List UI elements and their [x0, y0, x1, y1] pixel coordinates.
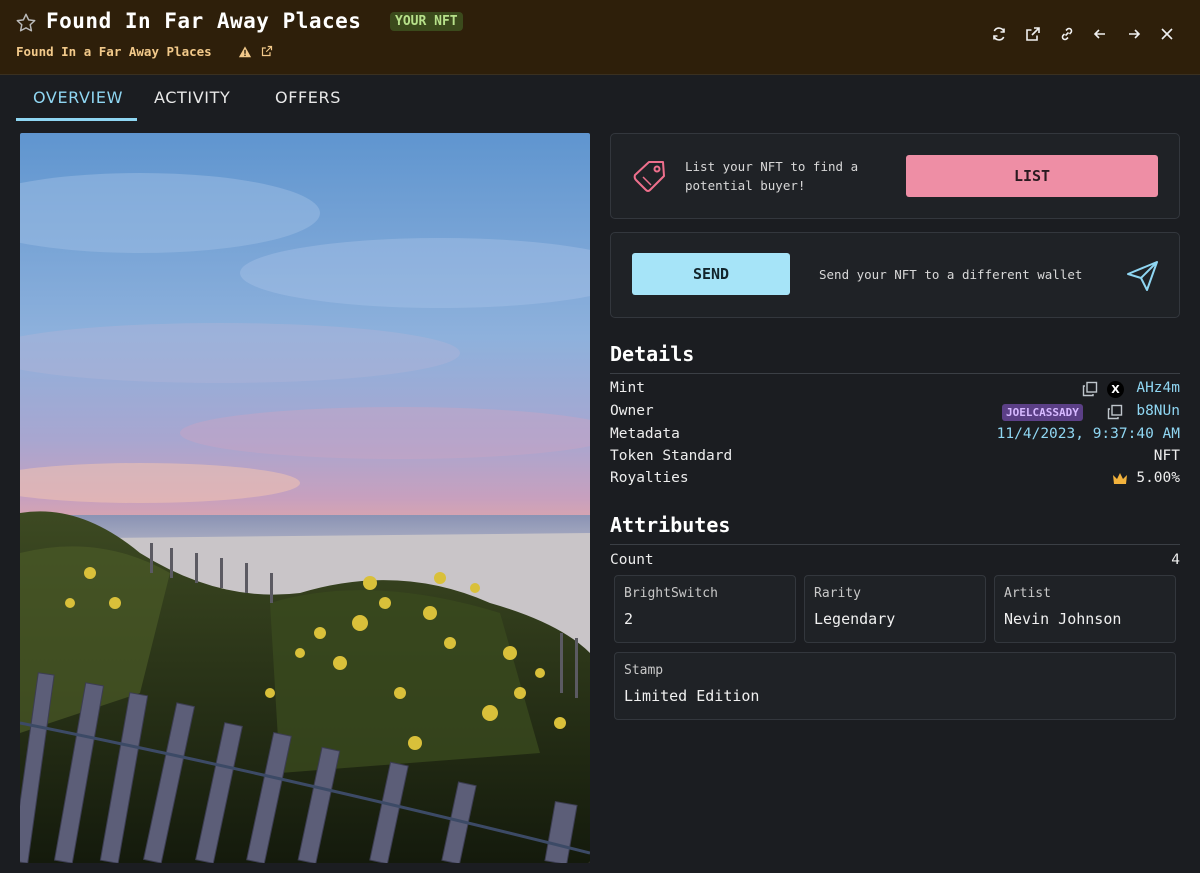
attribute-card: BrightSwitch 2: [614, 575, 796, 643]
mint-value[interactable]: AHz4m: [1136, 380, 1180, 396]
header-bar: Found In Far Away Places YOUR NFT Found …: [0, 0, 1200, 75]
paper-plane-icon: [1127, 261, 1158, 291]
attribute-value: 2: [624, 610, 634, 628]
send-card: SEND Send your NFT to a different wallet: [610, 232, 1180, 318]
nft-image[interactable]: [20, 133, 590, 863]
active-tab-indicator: [16, 118, 137, 121]
owner-value[interactable]: b8NUn: [1136, 403, 1180, 419]
tab-bar: OVERVIEW ACTIVITY OFFERS: [0, 76, 1200, 124]
collection-link[interactable]: Found In a Far Away Places: [16, 44, 212, 59]
attribute-value: Nevin Johnson: [1004, 610, 1122, 628]
metadata-value[interactable]: 11/4/2023, 9:37:40 AM: [997, 426, 1180, 442]
list-card: List your NFT to find a potential buyer!…: [610, 133, 1180, 219]
royalties-value: 5.00%: [1136, 470, 1180, 486]
external-link-icon[interactable]: [261, 45, 273, 57]
crown-icon: [1113, 473, 1127, 484]
attribute-count-label: Count: [610, 552, 654, 568]
attribute-value: Limited Edition: [624, 687, 760, 705]
close-icon[interactable]: [1159, 26, 1175, 42]
metadata-label: Metadata: [610, 426, 680, 442]
arrow-right-icon[interactable]: [1126, 26, 1142, 42]
attribute-card: Rarity Legendary: [804, 575, 986, 643]
your-nft-badge: YOUR NFT: [390, 12, 463, 31]
list-description: List your NFT to find a potential buyer!: [685, 159, 859, 193]
attribute-card: Artist Nevin Johnson: [994, 575, 1176, 643]
attribute-key: BrightSwitch: [624, 586, 718, 601]
royalties-label: Royalties: [610, 470, 689, 486]
tab-offers[interactable]: OFFERS: [275, 88, 341, 107]
link-icon[interactable]: [1059, 26, 1075, 42]
attribute-key: Artist: [1004, 586, 1051, 601]
owner-domain-badge[interactable]: JOELCASSADY: [1002, 404, 1083, 421]
mint-label: Mint: [610, 380, 645, 396]
x-logo-icon[interactable]: X: [1107, 381, 1124, 398]
attribute-card: Stamp Limited Edition: [614, 652, 1176, 720]
page-title: Found In Far Away Places: [46, 9, 362, 33]
arrow-left-icon[interactable]: [1092, 26, 1108, 42]
copy-icon[interactable]: [1107, 404, 1123, 420]
attribute-value: Legendary: [814, 610, 896, 628]
star-icon[interactable]: [15, 12, 37, 34]
tab-activity[interactable]: ACTIVITY: [154, 88, 230, 107]
attribute-key: Rarity: [814, 586, 861, 601]
attribute-key: Stamp: [624, 663, 664, 678]
tab-overview[interactable]: OVERVIEW: [33, 88, 123, 107]
refresh-icon[interactable]: [991, 26, 1007, 42]
attributes-divider: [610, 544, 1180, 545]
open-external-icon[interactable]: [1025, 26, 1041, 42]
owner-label: Owner: [610, 403, 654, 419]
token-standard-value: NFT: [1153, 448, 1180, 464]
list-button[interactable]: LIST: [906, 155, 1158, 197]
attributes-heading: Attributes: [610, 513, 731, 537]
warning-icon: [238, 46, 252, 58]
price-tag-icon: [633, 161, 665, 192]
details-divider: [610, 373, 1180, 374]
send-description: Send your NFT to a different wallet: [819, 267, 1083, 282]
token-standard-label: Token Standard: [610, 448, 733, 464]
copy-icon[interactable]: [1082, 381, 1098, 397]
send-button[interactable]: SEND: [632, 253, 790, 295]
details-heading: Details: [610, 342, 695, 366]
attribute-count-value: 4: [1171, 552, 1180, 568]
